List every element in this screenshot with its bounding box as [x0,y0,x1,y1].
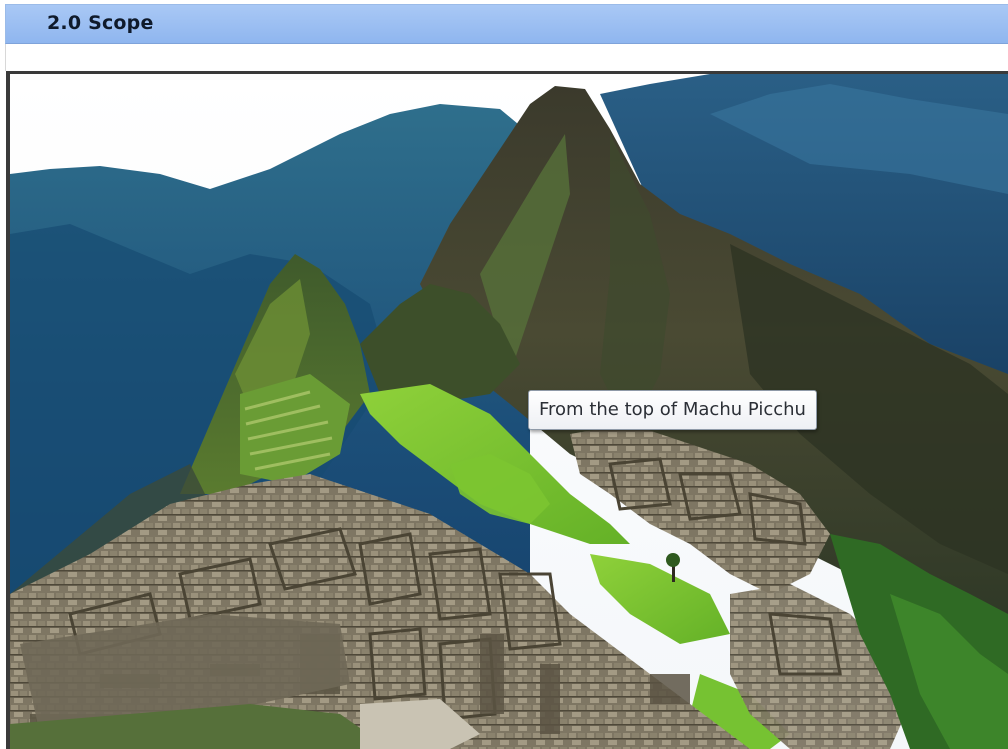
mountain-ruins-photo[interactable] [10,74,1008,749]
photo-frame [6,71,1008,749]
section-title: 2.0 Scope [47,12,154,34]
section-body-spacer [5,44,1008,71]
image-tooltip: From the top of Machu Picchu [528,390,817,430]
section-header: 2.0 Scope [5,4,1008,44]
